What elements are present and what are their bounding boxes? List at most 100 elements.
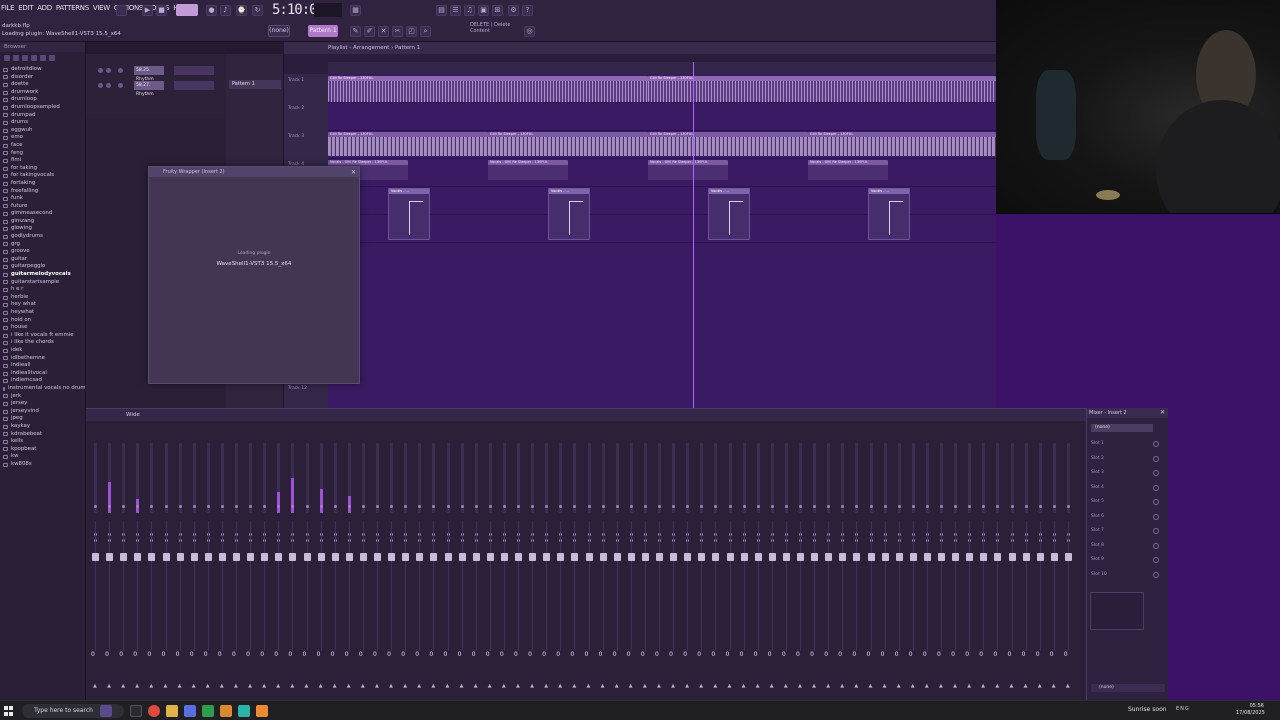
automation-clip[interactable]: Vocals - ... (868, 188, 910, 240)
route-knob-icon[interactable] (799, 505, 802, 508)
volume-fader[interactable] (486, 553, 494, 561)
send-arrow-icon[interactable]: ▲ (107, 683, 111, 689)
send-arrow-icon[interactable]: ▲ (544, 683, 548, 689)
send-arrow-icon[interactable]: ▲ (248, 683, 252, 689)
mixer-strip[interactable]: 0 ▲ (499, 425, 511, 697)
route-knob-icon[interactable] (517, 505, 520, 508)
volume-fader[interactable] (190, 553, 198, 561)
mixer-strip[interactable]: 0 ▲ (541, 425, 553, 697)
excel-icon[interactable] (202, 705, 214, 717)
channel-row[interactable]: 58.27. Rhythm (94, 81, 224, 97)
route-knob-icon[interactable] (474, 505, 478, 508)
mixer-strip[interactable]: 0 ▲ (837, 425, 849, 697)
menu-item-add[interactable]: Add (36, 4, 53, 18)
language-indicator[interactable]: ENG (1176, 706, 1190, 712)
send-arrow-icon[interactable]: ▲ (967, 683, 971, 689)
volume-fader[interactable] (92, 553, 99, 561)
menu-item-file[interactable]: File (0, 4, 15, 18)
mixer-strip[interactable]: 0 ▲ (372, 425, 384, 697)
mixer-strip[interactable]: 0 ▲ (851, 425, 863, 697)
mix-knob-icon[interactable] (1153, 513, 1159, 520)
send-arrow-icon[interactable]: ▲ (530, 683, 534, 689)
browser-folder-item[interactable]: freefalling (3, 188, 85, 196)
browser-folder-item[interactable]: kells (3, 438, 85, 446)
automation-clip[interactable]: Vocals - ... (388, 188, 430, 240)
plugin-picker-icon[interactable]: ⊞ (492, 5, 503, 16)
volume-fader[interactable] (895, 553, 903, 561)
mixer-strip[interactable]: 0 ▲ (527, 425, 539, 697)
mixer-strip[interactable]: 0 ▲ (598, 425, 610, 697)
route-knob-icon[interactable] (178, 505, 182, 508)
browser-folder-item[interactable]: jerk (3, 393, 85, 401)
volume-fader[interactable] (261, 553, 269, 561)
send-arrow-icon[interactable]: ▲ (474, 683, 478, 689)
volume-fader[interactable] (684, 553, 692, 561)
send-arrow-icon[interactable]: ▲ (840, 683, 844, 689)
mixer-strip[interactable]: 0 ▲ (668, 425, 680, 697)
browser-folder-item[interactable]: for taking (3, 165, 85, 173)
browser-folder-item[interactable]: fortaking (3, 180, 85, 188)
browser-folder-item[interactable]: drumwork (3, 89, 85, 97)
browser-folder-item[interactable]: idlbethemne (3, 355, 85, 363)
browser-folder-item[interactable]: jpeg (3, 415, 85, 423)
sort-icon[interactable] (31, 55, 37, 61)
send-arrow-icon[interactable]: ▲ (347, 683, 351, 689)
send-arrow-icon[interactable]: ▲ (713, 683, 717, 689)
metronome-icon[interactable]: ♪ (220, 5, 231, 16)
effect-slot[interactable]: Slot 7 (1091, 527, 1161, 535)
channel-name[interactable]: 58.25. Rhythm (134, 66, 164, 82)
browser-folder-item[interactable]: kw808s (3, 461, 85, 469)
volume-fader[interactable] (712, 553, 720, 561)
mix-knob-icon[interactable] (1153, 499, 1159, 505)
mixer-strip[interactable]: 0 ▲ (739, 425, 751, 697)
volume-fader[interactable] (289, 553, 297, 561)
volume-fader[interactable] (966, 553, 974, 561)
volume-fader[interactable] (571, 553, 579, 561)
send-arrow-icon[interactable]: ▲ (742, 683, 746, 689)
volume-fader[interactable] (641, 553, 649, 561)
route-knob-icon[interactable] (615, 505, 619, 508)
volume-fader[interactable] (670, 553, 678, 561)
volume-fader[interactable] (1036, 553, 1044, 561)
volume-knob-icon[interactable] (106, 83, 111, 88)
route-knob-icon[interactable] (235, 505, 238, 508)
weather-widget[interactable]: Sunrise soon (1128, 706, 1167, 713)
mixer-strip[interactable]: 0 ▲ (414, 425, 426, 697)
browser-folder-item[interactable]: jersey (3, 400, 85, 408)
mixer-strip[interactable]: 0 ▲ (682, 425, 694, 697)
send-arrow-icon[interactable]: ▲ (192, 683, 196, 689)
browser-folder-item[interactable]: disorder (3, 74, 85, 82)
volume-fader[interactable] (120, 553, 128, 561)
route-knob-icon[interactable] (883, 505, 887, 508)
browser-folder-item[interactable]: grg (3, 241, 85, 249)
settings-icon[interactable]: ⚙ (508, 5, 519, 16)
effect-slot[interactable]: Slot 10 (1091, 571, 1161, 579)
mixer-strip[interactable]: 0 ▲ (640, 425, 652, 697)
volume-fader[interactable] (444, 553, 452, 561)
volume-fader[interactable] (557, 553, 565, 561)
volume-fader[interactable] (867, 553, 875, 561)
browser-folder-item[interactable]: guitarmelodyvocals (3, 271, 85, 279)
send-arrow-icon[interactable]: ▲ (995, 683, 999, 689)
volume-fader[interactable] (656, 553, 663, 561)
audio-clip[interactable]: Gilli Re Sleeper - 130FUL (808, 132, 996, 156)
mixer-strip[interactable]: 0 ▲ (189, 425, 201, 697)
mixer-strip[interactable]: 0 ▲ (584, 425, 596, 697)
route-knob-icon[interactable] (784, 505, 788, 508)
send-arrow-icon[interactable]: ▲ (460, 683, 464, 689)
browser-folder-item[interactable]: heywhat (3, 309, 85, 317)
mixer-strip[interactable]: 0 ▲ (513, 425, 525, 697)
discord-icon[interactable] (184, 705, 196, 717)
mix-knob-icon[interactable] (1153, 571, 1159, 578)
mixer-strip[interactable]: 0 ▲ (654, 425, 666, 697)
route-knob-icon[interactable] (347, 505, 351, 508)
browser-folder-item[interactable]: house (3, 324, 85, 332)
volume-fader[interactable] (345, 553, 353, 561)
volume-fader[interactable] (825, 553, 833, 561)
mix-knob-icon[interactable] (1153, 441, 1159, 447)
browser-folder-item[interactable]: face (3, 142, 85, 150)
volume-fader[interactable] (627, 553, 635, 561)
volume-fader[interactable] (599, 553, 607, 561)
volume-fader[interactable] (148, 553, 156, 561)
send-arrow-icon[interactable]: ▲ (699, 683, 703, 689)
